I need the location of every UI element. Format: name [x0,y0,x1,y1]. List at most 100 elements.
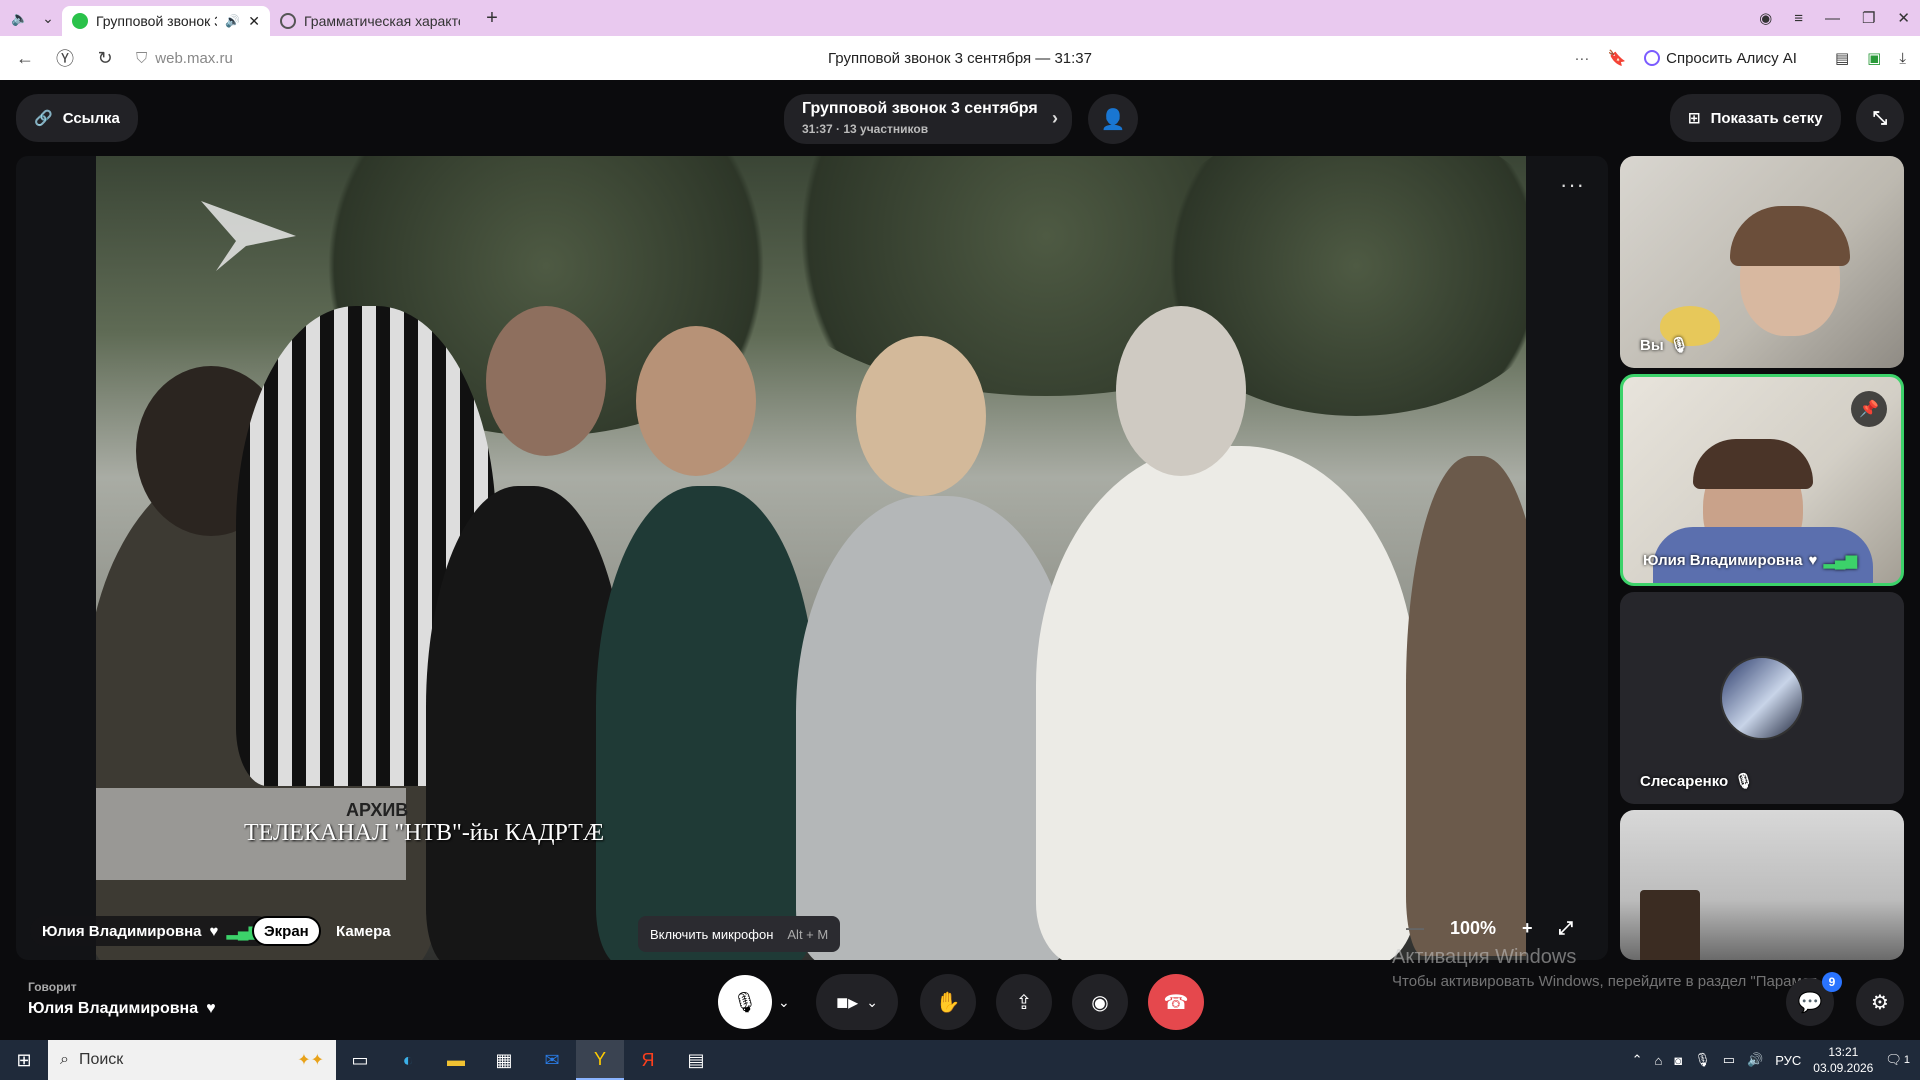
tab-group-call[interactable]: Групповой звонок 3 🔊 ✕ [62,6,270,36]
head [1116,306,1246,476]
participant-hair [1730,206,1850,266]
new-tab-button[interactable]: + [478,4,506,32]
folder-icon: ▬ [447,1049,465,1070]
minimize-icon[interactable]: — [1825,10,1840,27]
hand-icon: ✋ [935,991,961,1014]
yandex-icon[interactable]: Ⓨ [54,45,76,71]
downloads-icon[interactable]: ⤓ [1899,50,1906,67]
record-button[interactable]: ◉ [1072,974,1128,1030]
menu-icon[interactable]: ≡ [1794,10,1803,27]
call-title-button[interactable]: Групповой звонок 3 сентября 31:37 · 13 у… [784,94,1072,144]
notifications-icon[interactable]: 🗨 [1885,1052,1902,1068]
task-view-button[interactable]: ▭ [336,1040,384,1080]
task-view-icon: ▭ [351,1049,369,1070]
link-button[interactable]: 🔗 Ссылка [16,94,138,142]
show-grid-button[interactable]: ⊞ Показать сетку [1670,94,1841,142]
microphone-button[interactable]: 🎙 ⌄ [718,974,796,1030]
chevron-down-icon[interactable]: ⌄ [778,994,790,1011]
taskbar-search[interactable]: ⌕ Поиск ✦✦ [48,1040,336,1080]
participant-tile-speaking[interactable]: 📌 Юлия Владимировна ♥ ▂▄▆ [1620,374,1904,586]
person [1406,456,1526,956]
view-camera-toggle[interactable]: Камера [326,916,401,946]
collapse-button[interactable]: ⤡ [1856,94,1904,142]
meet-icon[interactable]: ⌂ [1655,1053,1663,1068]
tab-grammar[interactable]: Грамматическая характе [270,6,470,36]
call-app: 🔗 Ссылка Групповой звонок 3 сентября 31:… [0,80,1920,1040]
zoom-out-icon[interactable]: — [1406,918,1424,939]
back-icon[interactable]: ← [14,48,36,69]
collections-icon[interactable]: ▤ [1835,49,1849,67]
add-user-icon: 👤 [1100,108,1126,131]
chevron-down-icon[interactable]: ⌄ [866,994,878,1011]
store-icon: ▦ [495,1049,513,1070]
start-button[interactable]: ⊞ [0,1040,48,1080]
notification-count: 1 [1903,1054,1910,1066]
zoom-in-icon[interactable]: + [1522,918,1533,939]
pin-button[interactable]: 📌 [1851,391,1887,427]
camera-button[interactable]: ■▸ ⌄ [816,974,898,1030]
collapse-icon: ⤡ [1872,107,1888,128]
person [596,486,816,960]
close-window-icon[interactable]: ✕ [1897,9,1910,27]
tab-list-chevron-icon[interactable]: ⌄ [34,4,62,32]
pin-icon: 📌 [1859,401,1879,418]
max-favicon-icon [72,13,88,29]
person [796,496,1076,960]
camera-tray-icon[interactable]: ◙ [1674,1053,1682,1068]
clock[interactable]: 13:21 03.09.2026 [1813,1044,1873,1076]
shared-screen-video[interactable]: АРХИВ ТЕЛЕКАНАЛ "НТВ"-йы КАДРТÆ [96,156,1526,960]
participant-tile[interactable]: Слесаренко 🎙 [1620,592,1904,804]
system-tray: ⌃ ⌂ ◙ 🎙 ▭ 🔊 РУС 13:21 03.09.2026 🗨 1 [1632,1040,1920,1080]
sharer-tag: Юлия Владимировна ♥ ▂▄▆ [30,916,273,946]
participant-tile[interactable] [1620,810,1904,960]
alice-icon [1644,50,1661,66]
activation-text: Чтобы активировать Windows, перейдите в … [1392,973,1817,990]
outlook-button[interactable]: ✉ [528,1040,576,1080]
network-icon[interactable]: ▭ [1723,1052,1735,1068]
volume-icon[interactable]: 🔊 [1747,1052,1763,1068]
record-icon: ◉ [1091,991,1109,1014]
search-highlight-icon: ✦✦ [297,1052,324,1069]
url-field[interactable]: ⛉ web.max.ru [136,50,233,67]
add-participant-button[interactable]: 👤 [1088,94,1138,144]
mic-tray-icon[interactable]: 🎙 [1694,1052,1711,1068]
view-screen-toggle[interactable]: Экран [252,916,321,946]
participant-tile[interactable]: Вы 🎙 [1620,156,1904,368]
yandex-icon: Я [641,1049,655,1070]
edge-button[interactable]: ◐ [384,1040,432,1080]
mic-off-icon: 🎙 [718,975,772,1029]
participant-label: Слесаренко 🎙 [1640,772,1753,791]
store-button[interactable]: ▦ [480,1040,528,1080]
notepad-button[interactable]: ▤ [672,1040,720,1080]
avatar [1720,656,1804,740]
alice-button[interactable]: Спросить Алису AI [1644,50,1797,67]
reload-icon[interactable]: ↻ [94,48,116,69]
more-icon[interactable]: ··· [1574,50,1589,67]
profile-icon[interactable]: ◉ [1759,9,1772,27]
fullscreen-icon[interactable]: ⤢ [1559,918,1573,939]
zoom-level: 100% [1450,917,1497,938]
bookmark-icon[interactable]: 🔖 [1607,49,1626,67]
hang-up-button[interactable]: ☎ [1148,974,1204,1030]
tab-audio-icon[interactable]: 🔈 [6,4,34,32]
raise-hand-button[interactable]: ✋ [920,974,976,1030]
tab-label: Групповой звонок 3 [96,13,218,29]
yandex-browser-button[interactable]: Y [576,1040,624,1080]
restore-icon[interactable]: ❐ [1862,9,1875,27]
extension-icon[interactable]: ▣ [1867,49,1881,67]
explorer-button[interactable]: ▬ [432,1040,480,1080]
grid-label: Показать сетку [1710,109,1823,127]
yandex-button[interactable]: Я [624,1040,672,1080]
language-indicator[interactable]: РУС [1775,1053,1801,1068]
settings-button[interactable]: ⚙ [1856,978,1904,1026]
head [856,336,986,496]
close-tab-icon[interactable]: ✕ [248,13,260,30]
tooltip-text: Включить микрофон [650,926,774,942]
participant-name: Юлия Владимировна [1643,551,1803,569]
speaking-indicator: Говорит Юлия Владимировна ♥ [28,980,216,1018]
tray-expand-icon[interactable]: ⌃ [1632,1052,1643,1068]
screen-share-button[interactable]: ⇪ [996,974,1052,1030]
heart-icon: ♥ [209,922,219,940]
participant-label: Вы 🎙 [1640,336,1689,355]
stage-more-button[interactable]: ··· [1560,172,1585,198]
